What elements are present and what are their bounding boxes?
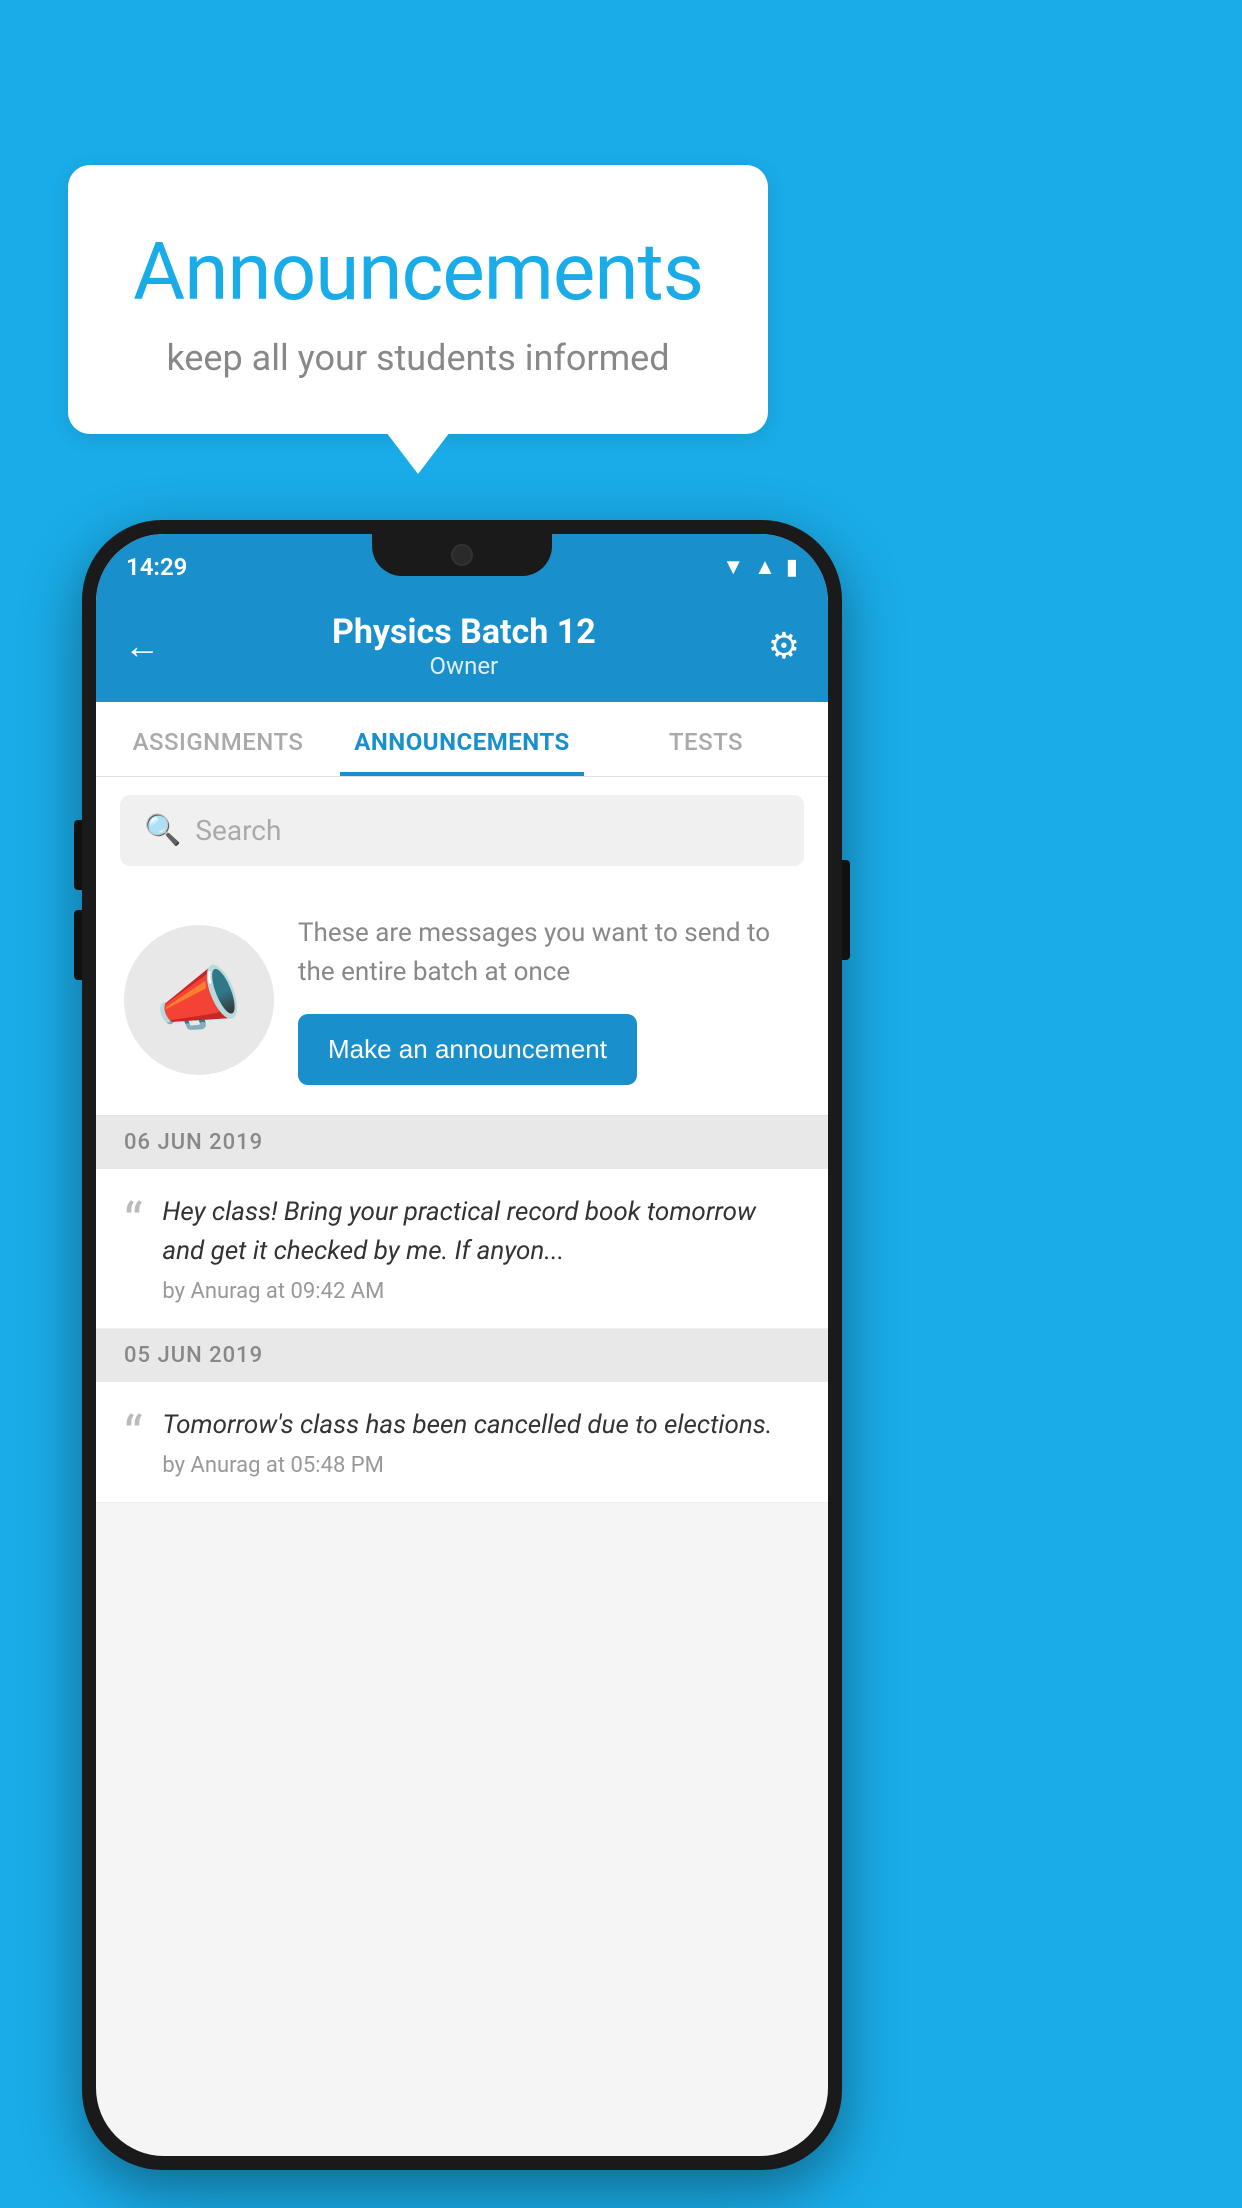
- volume-down-button: [74, 910, 82, 980]
- tab-bar: ASSIGNMENTS ANNOUNCEMENTS TESTS: [96, 702, 828, 777]
- promo-description: These are messages you want to send to t…: [298, 914, 800, 992]
- phone-container: 14:29 ▼ ▲ ▮ ← Physics Batch 12 Owner ⚙: [82, 520, 842, 2170]
- tab-tests[interactable]: TESTS: [584, 702, 828, 776]
- bubble-subtitle: keep all your students informed: [128, 337, 708, 379]
- announcement-text-1: Hey class! Bring your practical record b…: [162, 1193, 800, 1271]
- promo-icon-circle: 📣: [124, 925, 274, 1075]
- notch: [372, 534, 552, 576]
- tab-announcements[interactable]: ANNOUNCEMENTS: [340, 702, 584, 776]
- status-time: 14:29: [126, 553, 187, 581]
- signal-icon: ▲: [754, 554, 776, 580]
- announcement-content-1: Hey class! Bring your practical record b…: [162, 1193, 800, 1304]
- quote-icon-1: “: [124, 1197, 142, 1249]
- search-placeholder: Search: [195, 814, 281, 847]
- make-announcement-button[interactable]: Make an announcement: [298, 1014, 637, 1085]
- front-camera: [451, 544, 473, 566]
- battery-icon: ▮: [786, 555, 798, 580]
- announcement-content-2: Tomorrow's class has been cancelled due …: [162, 1406, 800, 1478]
- speech-bubble-container: Announcements keep all your students inf…: [68, 165, 768, 434]
- app-header: ← Physics Batch 12 Owner ⚙: [96, 594, 828, 702]
- date-separator-2: 05 JUN 2019: [96, 1329, 828, 1382]
- promo-section: 📣 These are messages you want to send to…: [96, 884, 828, 1116]
- phone-screen: 14:29 ▼ ▲ ▮ ← Physics Batch 12 Owner ⚙: [96, 534, 828, 2156]
- header-subtitle: Owner: [332, 652, 596, 680]
- header-title: Physics Batch 12: [332, 612, 596, 652]
- search-icon: 🔍: [144, 813, 181, 848]
- announcement-meta-1: by Anurag at 09:42 AM: [162, 1279, 800, 1304]
- announcement-item-1[interactable]: “ Hey class! Bring your practical record…: [96, 1169, 828, 1329]
- status-icons: ▼ ▲ ▮: [722, 554, 798, 580]
- speech-bubble: Announcements keep all your students inf…: [68, 165, 768, 434]
- promo-right: These are messages you want to send to t…: [298, 914, 800, 1085]
- settings-icon[interactable]: ⚙: [768, 625, 800, 667]
- quote-icon-2: “: [124, 1410, 142, 1462]
- search-container: 🔍 Search: [96, 777, 828, 884]
- announcement-text-2: Tomorrow's class has been cancelled due …: [162, 1406, 800, 1445]
- wifi-icon: ▼: [722, 554, 744, 580]
- header-center: Physics Batch 12 Owner: [332, 612, 596, 680]
- announcement-meta-2: by Anurag at 05:48 PM: [162, 1453, 800, 1478]
- volume-up-button: [74, 820, 82, 890]
- power-button: [842, 860, 850, 960]
- date-separator-1: 06 JUN 2019: [96, 1116, 828, 1169]
- phone-outer: 14:29 ▼ ▲ ▮ ← Physics Batch 12 Owner ⚙: [82, 520, 842, 2170]
- megaphone-icon: 📣: [155, 959, 242, 1041]
- tab-assignments[interactable]: ASSIGNMENTS: [96, 702, 340, 776]
- announcement-item-2[interactable]: “ Tomorrow's class has been cancelled du…: [96, 1382, 828, 1503]
- back-button[interactable]: ←: [124, 625, 160, 667]
- bubble-title: Announcements: [128, 225, 708, 319]
- search-bar[interactable]: 🔍 Search: [120, 795, 804, 866]
